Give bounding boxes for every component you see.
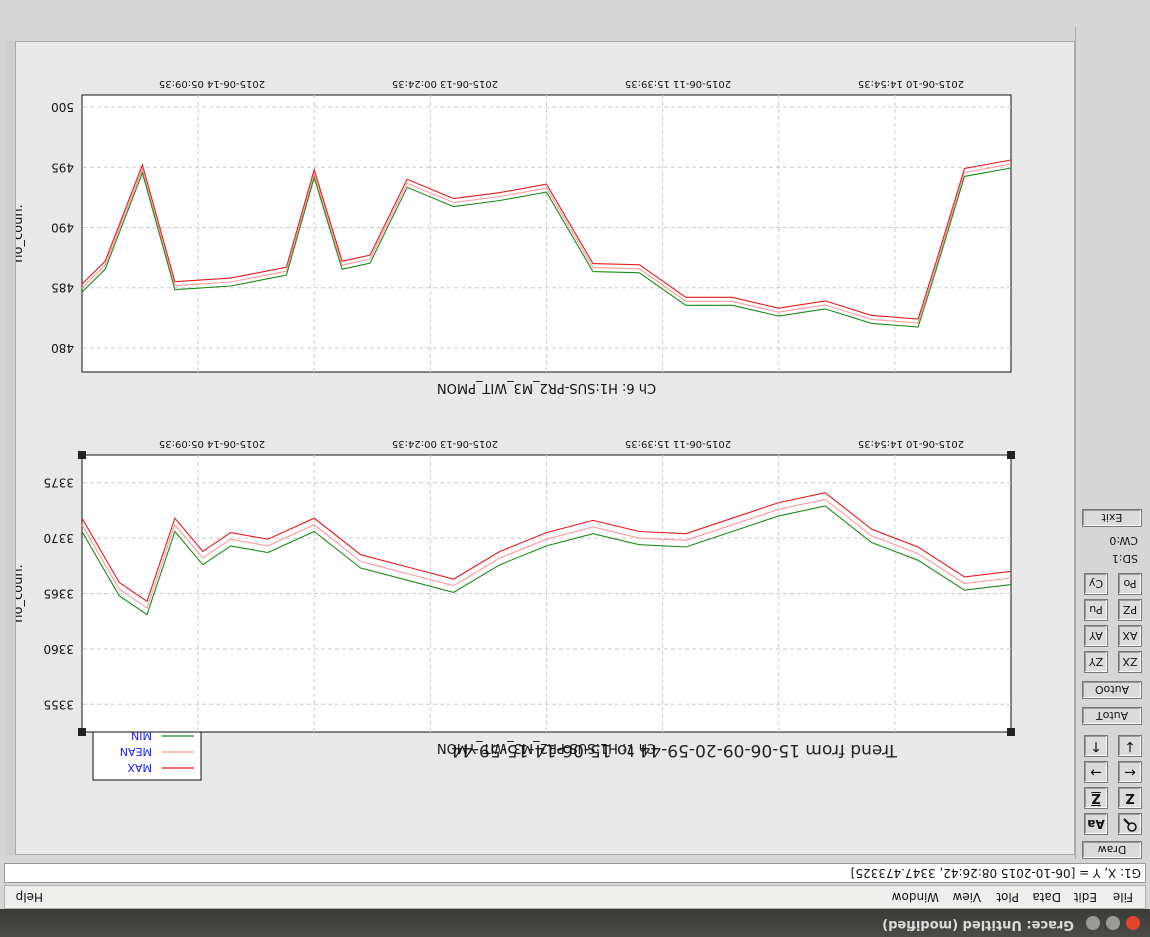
y-tick-label: 3355	[43, 697, 74, 711]
plot-area[interactable]	[81, 94, 1012, 373]
pan-down-button[interactable]: ↓	[1118, 735, 1142, 757]
exit-button[interactable]: Exit	[1082, 509, 1142, 527]
chart-title: Ch 6: H1:SUS-PR2_M3_WIT_PMON	[437, 380, 656, 395]
pan-left-button[interactable]: ←	[1118, 761, 1142, 783]
x-tick-label: 2015-06-10 14:54:35	[858, 78, 964, 89]
legend-label-mean: MEAN	[120, 745, 152, 758]
x-tick-label: 2015-06-13 00:24:35	[392, 78, 498, 89]
zoom-in-icon	[1122, 815, 1138, 834]
x-tick-label: 2015-06-14 05:09:35	[159, 438, 265, 449]
zoom-box-button[interactable]: Z	[1084, 787, 1108, 809]
menu-file[interactable]: File	[1113, 890, 1133, 904]
selection-handle[interactable]	[78, 728, 86, 736]
menu-data[interactable]: Data	[1032, 890, 1061, 904]
y-tick-label: 495	[51, 160, 74, 174]
menu-window[interactable]: Window	[892, 890, 939, 904]
zoom-x-icon: Z	[1125, 790, 1135, 806]
y-tick-label: 500	[51, 100, 74, 114]
zoom-box-icon: Z	[1091, 790, 1101, 806]
selection-handle[interactable]	[1007, 451, 1015, 459]
autoo-button[interactable]: AutoO	[1082, 681, 1142, 699]
cw-label: CW:0	[1109, 534, 1138, 547]
menu-plot[interactable]: Plot	[996, 890, 1019, 904]
chart-ch7: 3375 3370 3365 3360 3355 2015-06-10 14:54:35 2…	[11, 438, 1015, 755]
y-axis-label: no_coun.	[16, 564, 26, 622]
window-title: Grace: Untitled (modified)	[882, 917, 1074, 932]
zy-button[interactable]: ZY	[1084, 651, 1108, 673]
draw-button[interactable]: Draw	[1082, 841, 1142, 859]
x-tick-label: 2015-06-14 05:09:35	[159, 78, 265, 89]
sd-label: SD:1	[1111, 552, 1138, 565]
selection-handle[interactable]	[78, 451, 86, 459]
autot-button[interactable]: AutoT	[1082, 707, 1142, 725]
po-button[interactable]: Po	[1118, 573, 1142, 595]
pan-right-icon: →	[1090, 764, 1102, 780]
ay-button[interactable]: AY	[1084, 625, 1108, 647]
zoom-x-button[interactable]: Z	[1118, 787, 1142, 809]
zx-button[interactable]: ZX	[1118, 651, 1142, 673]
y-tick-label: 3370	[43, 531, 74, 545]
minimize-window-icon[interactable]	[1106, 916, 1120, 930]
legend-label-max: MAX	[127, 761, 152, 774]
x-tick-label: 2015-06-13 00:24:35	[392, 438, 498, 449]
y-tick-label: 3360	[43, 642, 74, 656]
tool-panel: Draw Aa Z Z ← → ↓ ↑ AutoT AutoO ZX ZY AX…	[1075, 27, 1146, 859]
y-axis-label: no_coun.	[16, 204, 26, 262]
menu-bar: File Edit Data Plot View Window Help	[4, 885, 1146, 909]
y-tick-label: 3365	[43, 587, 74, 601]
menu-edit[interactable]: Edit	[1074, 890, 1097, 904]
y-tick-label: 3375	[43, 476, 74, 490]
cy-button[interactable]: Cy	[1084, 573, 1108, 595]
x-tick-label: 2015-06-11 15:39:35	[625, 438, 731, 449]
pan-left-icon: ←	[1124, 764, 1136, 780]
y-tick-label: 485	[51, 281, 74, 295]
y-tick-label: 490	[51, 220, 74, 234]
title-bar: Grace: Untitled (modified)	[0, 909, 1150, 937]
y-tick-label: 480	[51, 341, 74, 355]
text-tool-button[interactable]: Aa	[1084, 813, 1108, 835]
close-window-icon[interactable]	[1126, 916, 1140, 930]
selection-handle[interactable]	[1007, 728, 1015, 736]
menu-view[interactable]: View	[953, 890, 981, 904]
x-tick-label: 2015-06-10 14:54:35	[858, 438, 964, 449]
maximize-window-icon[interactable]	[1086, 916, 1100, 930]
menu-help[interactable]: Help	[16, 890, 43, 904]
pan-up-button[interactable]: ↑	[1084, 735, 1108, 757]
plot-canvas[interactable]: MAX MEAN MIN Trend from 15-06-09-20-59-4…	[11, 41, 1075, 855]
pan-right-button[interactable]: →	[1084, 761, 1108, 783]
zoom-in-button[interactable]	[1118, 813, 1142, 835]
pu-button[interactable]: Pu	[1084, 599, 1108, 621]
pz-button[interactable]: PZ	[1118, 599, 1142, 621]
chart-ch6: 500 495 490 485 480 2015-06-10 14:54:35 2015-0…	[11, 78, 1012, 395]
pan-down-icon: ↓	[1124, 738, 1136, 754]
chart-title: Ch 7: H1:SUS-PR2_M3_WIT_YMON	[437, 740, 656, 755]
text-tool-icon: Aa	[1087, 817, 1105, 831]
pan-up-icon: ↑	[1090, 738, 1102, 754]
x-tick-label: 2015-06-11 15:39:35	[625, 78, 731, 89]
canvas-scrollbar[interactable]	[5, 41, 15, 855]
ax-button[interactable]: AX	[1118, 625, 1142, 647]
plot-svg: MAX MEAN MIN Trend from 15-06-09-20-59-4…	[11, 78, 1015, 781]
locator-readout: G1: X, Y = [06-10-2015 08:26:42, 3347.47…	[4, 863, 1146, 883]
